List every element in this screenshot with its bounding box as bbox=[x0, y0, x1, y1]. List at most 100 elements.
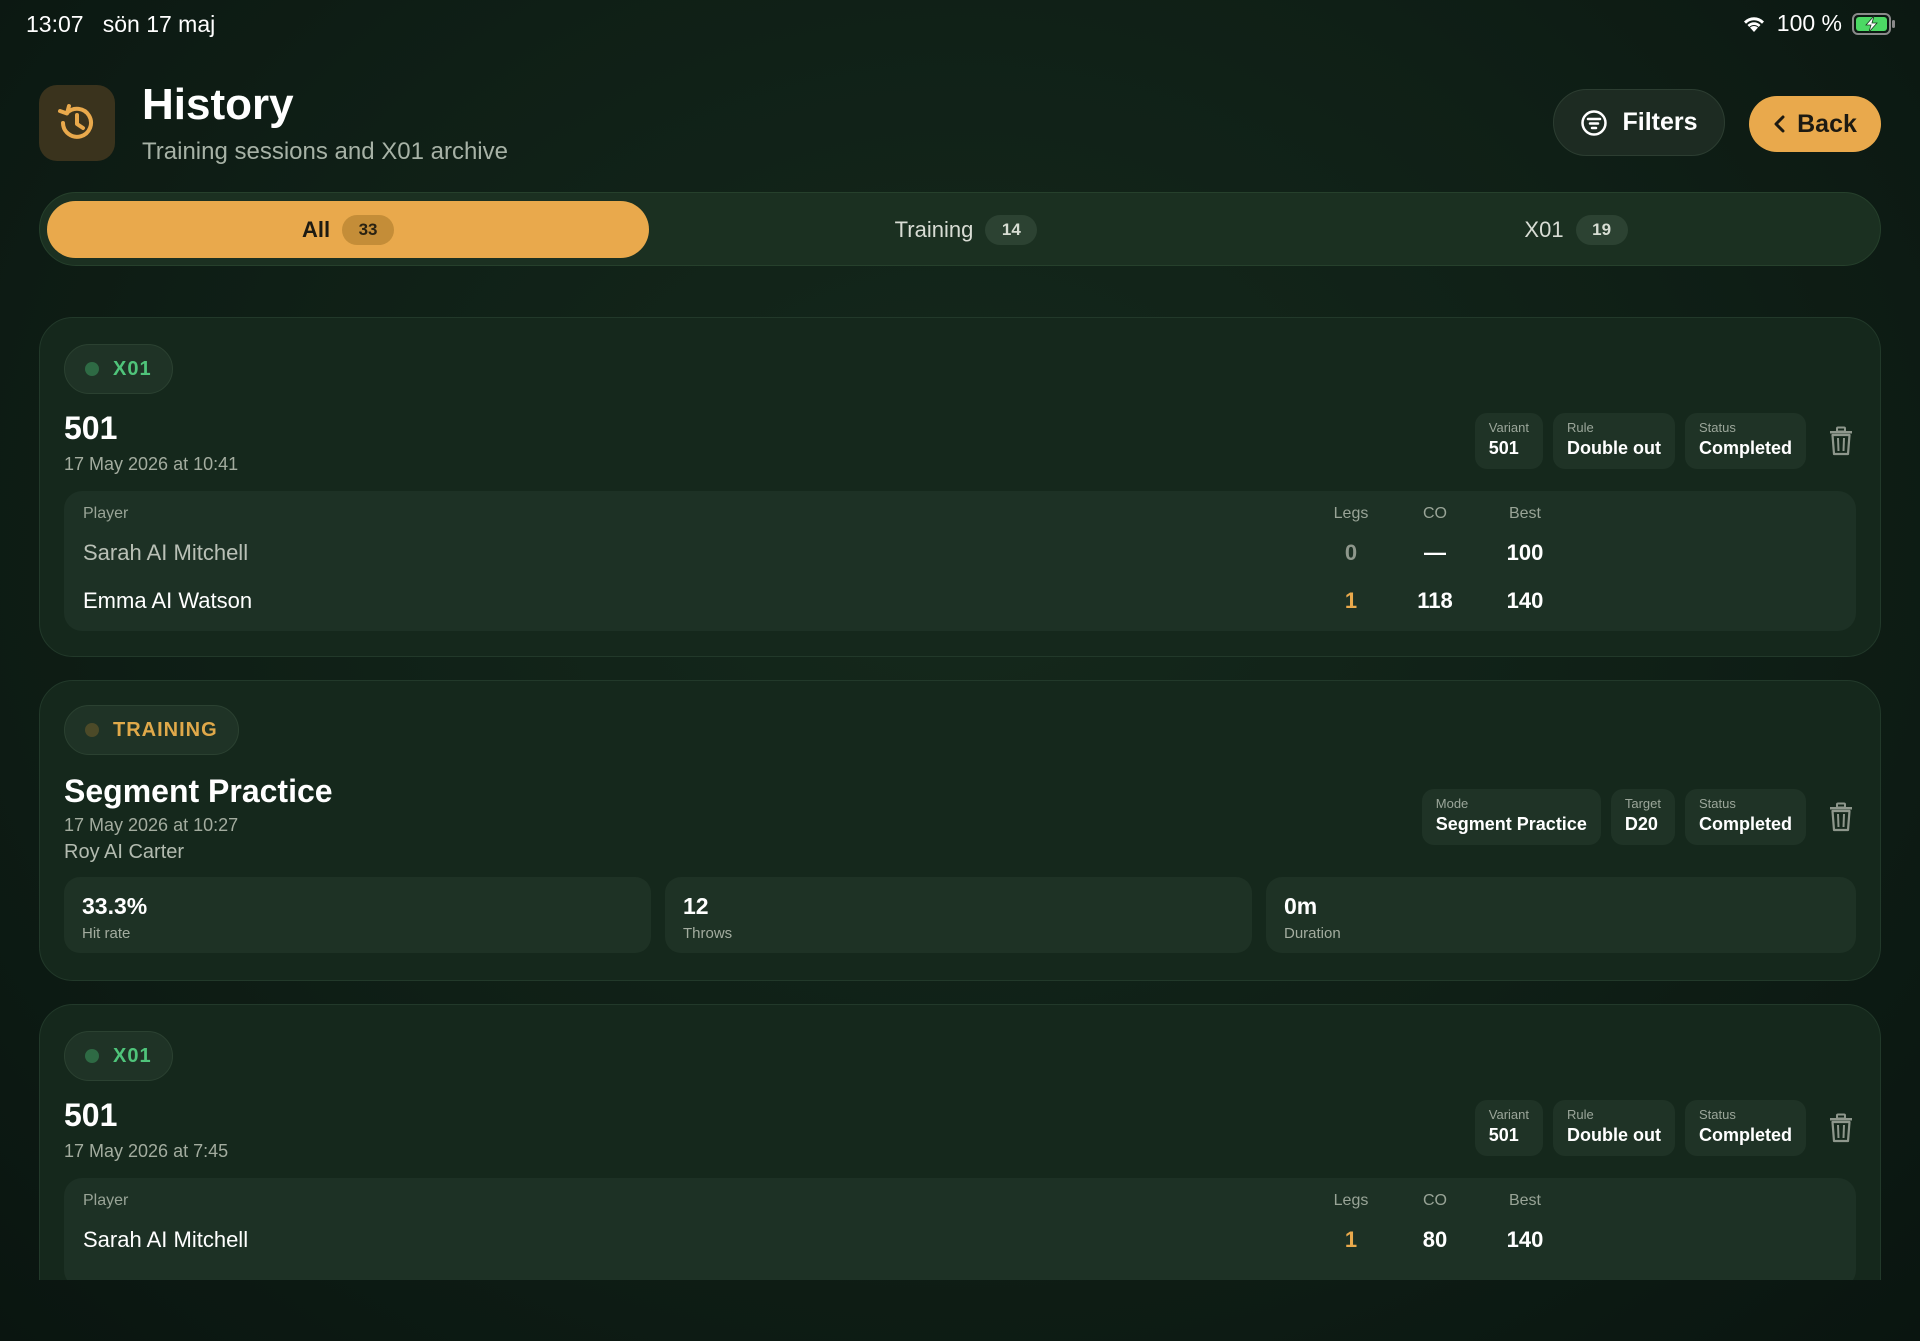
meta-value: 501 bbox=[1488, 438, 1519, 458]
meta-key: Status bbox=[1698, 420, 1736, 435]
player-best: 140 bbox=[1506, 1227, 1544, 1252]
session-title: 501 bbox=[64, 1097, 118, 1133]
trash-icon[interactable] bbox=[1828, 426, 1854, 456]
wifi-icon bbox=[1743, 16, 1764, 32]
chevron-left-icon bbox=[1774, 115, 1785, 133]
back-button[interactable]: Back bbox=[1749, 96, 1881, 152]
status-bar-right: 100 % bbox=[1741, 10, 1896, 37]
battery-percentage: 100 % bbox=[1776, 10, 1842, 36]
meta-key: Variant bbox=[1488, 1107, 1529, 1122]
tab-all-label: All bbox=[301, 216, 331, 242]
session-type-chip: X01 bbox=[64, 1031, 173, 1081]
player-name: Sarah AI Mitchell bbox=[83, 540, 249, 565]
player-best: 100 bbox=[1506, 540, 1544, 565]
session-meta: Variant 501 Rule Double out Status Compl… bbox=[1474, 1100, 1854, 1156]
session-type-chip: X01 bbox=[64, 344, 173, 394]
meta-target: Target D20 bbox=[1610, 789, 1675, 845]
session-title: Segment Practice bbox=[64, 773, 333, 809]
player-name: Sarah AI Mitchell bbox=[83, 1227, 249, 1252]
status-date: sön 17 maj bbox=[102, 11, 216, 37]
session-card[interactable]: TRAINING Segment Practice 17 May 2026 at… bbox=[39, 680, 1881, 981]
header-legs: Legs bbox=[1333, 1192, 1369, 1209]
filter-icon bbox=[1581, 109, 1608, 136]
page-subtitle: Training sessions and X01 archive bbox=[142, 138, 508, 165]
meta-value: D20 bbox=[1624, 814, 1658, 834]
meta-key: Status bbox=[1698, 796, 1736, 811]
trash-icon[interactable] bbox=[1828, 802, 1854, 832]
stat-label: Throws bbox=[683, 925, 733, 942]
tab-x01-count: 19 bbox=[1575, 214, 1628, 245]
stat-label: Hit rate bbox=[82, 925, 131, 942]
meta-key: Mode bbox=[1435, 796, 1469, 811]
history-app-icon bbox=[39, 85, 115, 161]
stat-value: 0m bbox=[1284, 893, 1318, 919]
category-tabs: All 33 Training 14 X01 19 bbox=[39, 192, 1881, 266]
meta-rule: Rule Double out bbox=[1553, 413, 1675, 469]
header-legs: Legs bbox=[1333, 505, 1369, 522]
header-co: CO bbox=[1423, 505, 1447, 522]
session-date: 17 May 2026 at 7:45 bbox=[64, 1141, 229, 1161]
status-bar-clock: 13:07 sön 17 maj bbox=[26, 11, 215, 38]
back-label: Back bbox=[1797, 109, 1857, 138]
player-checkout: 118 bbox=[1417, 588, 1453, 613]
session-date: 17 May 2026 at 10:41 bbox=[64, 454, 239, 474]
type-dot bbox=[85, 723, 99, 737]
player-legs: 1 bbox=[1344, 1227, 1358, 1252]
trash-icon[interactable] bbox=[1828, 1113, 1854, 1143]
player-legs: 0 bbox=[1344, 540, 1358, 565]
meta-key: Rule bbox=[1567, 1107, 1594, 1122]
header-co: CO bbox=[1423, 1192, 1447, 1209]
battery-charging-icon bbox=[1852, 12, 1895, 35]
player-checkout: 80 bbox=[1422, 1227, 1448, 1252]
tab-training-count: 14 bbox=[985, 214, 1038, 245]
filters-label: Filters bbox=[1622, 108, 1698, 136]
session-type-label: TRAINING bbox=[113, 718, 218, 741]
session-card[interactable]: X01 501 17 May 2026 at 10:41 Variant 501… bbox=[39, 317, 1881, 657]
player-legs: 1 bbox=[1344, 588, 1358, 613]
session-meta: Variant 501 Rule Double out Status Compl… bbox=[1474, 413, 1854, 469]
session-date: 17 May 2026 at 10:27 bbox=[64, 815, 239, 835]
session-type-label: X01 bbox=[113, 1044, 152, 1067]
tab-x01[interactable]: X01 19 bbox=[1275, 201, 1877, 258]
filters-button[interactable]: Filters bbox=[1553, 89, 1725, 156]
meta-status: Status Completed bbox=[1684, 1100, 1806, 1156]
meta-value: 501 bbox=[1488, 1125, 1519, 1145]
session-type-label: X01 bbox=[113, 357, 152, 380]
session-type-chip: TRAINING bbox=[64, 705, 239, 755]
stat-value: 33.3% bbox=[82, 893, 148, 919]
meta-rule: Rule Double out bbox=[1553, 1100, 1675, 1156]
header-best: Best bbox=[1508, 505, 1541, 522]
meta-value: Double out bbox=[1567, 1125, 1661, 1145]
header-best: Best bbox=[1508, 1192, 1541, 1209]
tab-training[interactable]: Training 14 bbox=[665, 201, 1267, 258]
type-dot bbox=[85, 362, 99, 376]
meta-variant: Variant 501 bbox=[1474, 1100, 1543, 1156]
tab-x01-label: X01 bbox=[1524, 216, 1564, 242]
meta-status: Status Completed bbox=[1684, 413, 1806, 469]
tab-training-label: Training bbox=[894, 216, 974, 242]
meta-key: Status bbox=[1698, 1107, 1736, 1122]
player-table: Player Legs CO Best Sarah AI Mitchell 1 … bbox=[64, 1178, 1856, 1280]
header-player: Player bbox=[83, 1192, 129, 1209]
stat-hit-rate: 33.3% Hit rate bbox=[64, 877, 651, 953]
tab-all[interactable]: All 33 bbox=[47, 201, 649, 258]
meta-key: Rule bbox=[1567, 420, 1594, 435]
meta-value: Double out bbox=[1567, 438, 1661, 458]
meta-value: Completed bbox=[1698, 438, 1792, 458]
type-dot bbox=[85, 1049, 99, 1063]
history-icon bbox=[58, 104, 93, 139]
meta-variant: Variant 501 bbox=[1474, 413, 1543, 469]
stat-value: 12 bbox=[683, 893, 709, 919]
player-name: Emma AI Watson bbox=[83, 588, 253, 613]
session-card[interactable]: X01 501 17 May 2026 at 7:45 Variant 501 … bbox=[39, 1004, 1881, 1280]
status-time: 13:07 bbox=[26, 11, 84, 37]
meta-value: Segment Practice bbox=[1435, 814, 1587, 834]
stat-throws: 12 Throws bbox=[665, 877, 1252, 953]
meta-mode: Mode Segment Practice bbox=[1421, 789, 1601, 845]
meta-value: Completed bbox=[1698, 814, 1792, 834]
player-best: 140 bbox=[1506, 588, 1544, 613]
meta-status: Status Completed bbox=[1684, 789, 1806, 845]
stat-label: Duration bbox=[1284, 925, 1341, 942]
page-title: History bbox=[142, 80, 294, 129]
session-meta: Mode Segment Practice Target D20 Status … bbox=[1421, 789, 1854, 845]
